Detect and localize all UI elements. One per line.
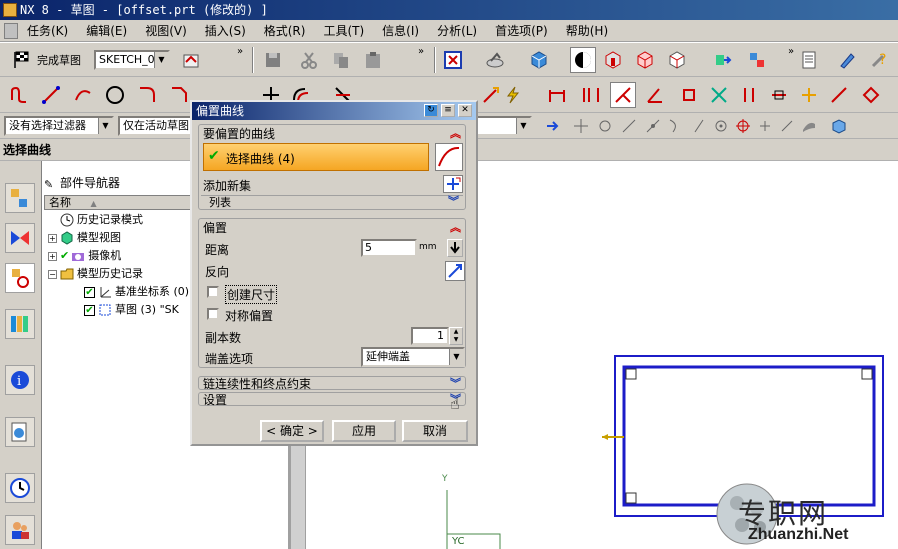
cap-options-label: 端盖选项 (205, 352, 254, 366)
cap-options-value: 延伸端盖 (366, 350, 410, 363)
select-curve-label: 选择曲线 (4) (226, 152, 295, 166)
add-set-icon[interactable] (443, 175, 463, 193)
ok-button[interactable]: < 确定 > (260, 420, 324, 442)
settings-section[interactable]: 设置 ︾ (198, 392, 466, 407)
offset-section: 偏置 ︽ 距离 5 mm 反向 创建尺寸 对称偏置 副本数 1 ▲ ▼ 端盖选项 … (198, 218, 466, 368)
create-dimension-label[interactable]: 创建尺寸 (225, 285, 278, 304)
section-title: 链连续性和终点约束 (203, 377, 312, 391)
y-axis-label: Y (442, 474, 448, 484)
reset-icon[interactable]: ↻ (424, 104, 438, 117)
symmetric-offset-checkbox[interactable] (207, 308, 219, 320)
chain-continuity-section[interactable]: 链连续性和终点约束 ︾ (198, 375, 466, 391)
curves-section: 要偏置的曲线 ︽ ✔ 选择曲线 (4) 添加新集 列表 ︾ (198, 124, 466, 210)
copies-input[interactable]: 1 (411, 327, 449, 345)
expand-chevron-icon[interactable]: ︾ (450, 375, 461, 391)
arrow-head (602, 434, 608, 440)
curve-icon (438, 146, 460, 167)
collapse-chevron-icon[interactable]: ︽ (450, 125, 461, 141)
reverse-direction-icon (448, 264, 462, 278)
dialog-title: 偏置曲线 (196, 104, 245, 118)
distance-options-button[interactable] (447, 239, 463, 257)
add-new-set-label: 添加新集 (203, 179, 252, 193)
arrow-down-icon (450, 242, 460, 254)
distance-unit: mm (419, 242, 437, 252)
distance-value: 5 (365, 241, 372, 254)
copies-spinner[interactable]: ▲ ▼ (449, 327, 463, 345)
section-title: 设置 (203, 393, 228, 407)
cap-options-dropdown[interactable]: 延伸端盖 ▼ (361, 347, 465, 367)
dialog-title-bar[interactable]: 偏置曲线 ↻ ≡ ✕ (192, 102, 476, 120)
chevron-down-icon: ▼ (449, 349, 463, 365)
expand-chevron-icon[interactable]: ︾ (448, 193, 459, 209)
select-curve-row[interactable]: ✔ 选择曲线 (4) (203, 143, 429, 171)
list-label: 列表 (209, 196, 231, 209)
corner-marker (625, 368, 637, 380)
corner-marker (861, 368, 873, 380)
section-title: 偏置 (203, 221, 228, 235)
copies-label: 副本数 (205, 331, 242, 345)
check-icon: ✔ (208, 148, 220, 164)
cancel-button[interactable]: 取消 (402, 420, 468, 442)
copies-value: 1 (437, 329, 444, 342)
curve-selector-button[interactable] (435, 143, 463, 171)
hand-cursor-icon: ☝ (450, 394, 460, 413)
yc-axis-label: YC (452, 536, 465, 547)
watermark-url: Zhuanzhi.Net (748, 526, 849, 543)
list-collapsed[interactable]: 列表 ︾ (201, 193, 463, 209)
create-dimension-checkbox[interactable] (207, 286, 219, 298)
distance-label: 距离 (205, 243, 230, 257)
section-title: 要偏置的曲线 (203, 127, 276, 141)
minimize-icon[interactable]: ≡ (441, 104, 455, 117)
offset-curve-dialog: 偏置曲线 ↻ ≡ ✕ 要偏置的曲线 ︽ ✔ 选择曲线 (4) 添加新集 列表 ︾… (190, 100, 478, 446)
symmetric-offset-label[interactable]: 对称偏置 (225, 307, 273, 324)
corner-marker (625, 492, 637, 504)
reverse-label: 反向 (205, 265, 230, 279)
collapse-chevron-icon[interactable]: ︽ (450, 219, 461, 235)
reverse-direction-button[interactable] (445, 261, 465, 281)
close-icon[interactable]: ✕ (458, 104, 472, 117)
distance-input[interactable]: 5 (361, 239, 417, 257)
apply-button[interactable]: 应用 (332, 420, 396, 442)
